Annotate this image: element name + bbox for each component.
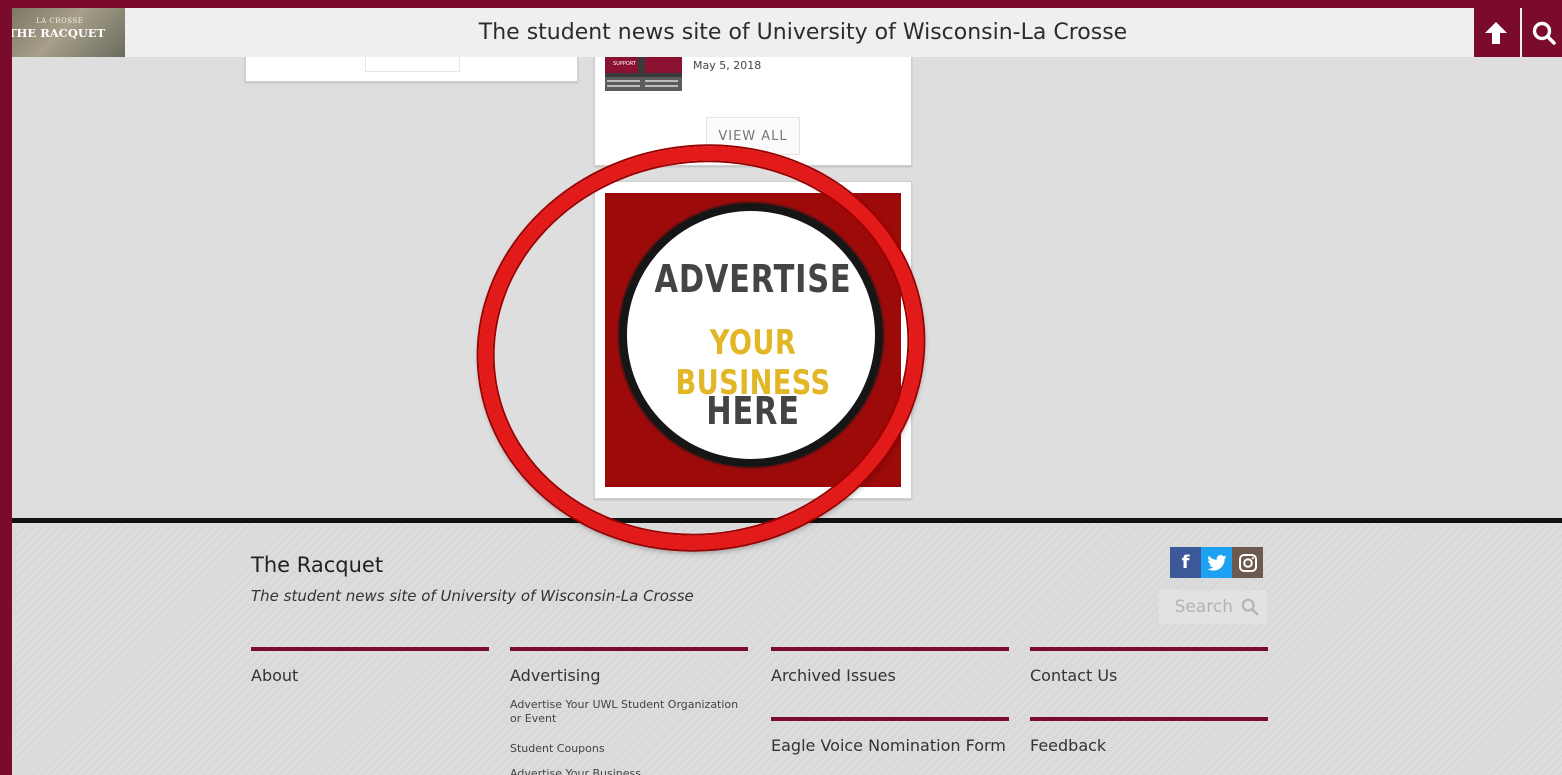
footer-link-about[interactable]: About: [251, 666, 489, 685]
footer-link-archived-issues[interactable]: Archived Issues: [771, 666, 1009, 685]
top-bar: The student news site of University of W…: [0, 0, 1562, 57]
facebook-icon[interactable]: f: [1170, 547, 1201, 578]
search-placeholder: Search: [1174, 597, 1233, 617]
twitter-icon[interactable]: [1201, 547, 1232, 578]
footer-nav-eagle-voice: Eagle Voice Nomination Form: [771, 717, 1009, 755]
footer-site-title[interactable]: The Racquet: [251, 553, 383, 577]
ad-tagline: HERE: [706, 389, 800, 433]
footer-link-contact-us[interactable]: Contact Us: [1030, 666, 1268, 685]
footer-link-eagle-voice[interactable]: Eagle Voice Nomination Form: [771, 736, 1009, 755]
story-date: May 5, 2018: [693, 59, 762, 72]
site-tagline: The student news site of University of W…: [478, 20, 1128, 45]
top-bar-inner: The student news site of University of W…: [12, 8, 1474, 57]
view-all-button[interactable]: VIEW ALL: [706, 117, 800, 155]
thumbnail-banner: SUPPORT: [605, 57, 638, 73]
footer-link-advertising[interactable]: Advertising: [510, 666, 748, 685]
logo-name: THE RACQUET: [12, 26, 106, 40]
logo-small-text: LA CROSSE: [36, 17, 84, 25]
footer-sublink[interactable]: Advertise Your Business: [510, 767, 748, 775]
footer-subnav: Advertise Your UWL Student Organization …: [510, 698, 750, 726]
site-footer: The Racquet The student news site of Uni…: [12, 518, 1562, 775]
footer-tagline: The student news site of University of W…: [251, 587, 694, 605]
footer-nav-advertising: Advertising: [510, 647, 748, 685]
footer-nav-about: About: [251, 647, 489, 685]
ad-headline: ADVERTISE: [654, 257, 852, 301]
search-button[interactable]: [1520, 8, 1562, 57]
footer-subnav: Student Coupons: [510, 742, 748, 756]
footer-nav-archived: Archived Issues: [771, 647, 1009, 685]
advertisement-card: ADVERTISE YOUR BUSINESS HERE: [594, 181, 912, 499]
footer-sublink[interactable]: Student Coupons: [510, 742, 748, 756]
page: SUPPORT May 5, 2018 VIEW ALL ADVERTISE Y…: [12, 0, 1562, 775]
advertisement-banner[interactable]: ADVERTISE YOUR BUSINESS HERE: [605, 193, 901, 487]
search-icon: [1241, 598, 1259, 616]
footer-nav-feedback: Feedback: [1030, 717, 1268, 755]
footer-search-box[interactable]: Search: [1159, 590, 1267, 624]
story-thumbnail[interactable]: SUPPORT: [605, 57, 682, 91]
instagram-icon[interactable]: [1232, 547, 1263, 578]
site-logo[interactable]: LA CROSSE THE RACQUET: [12, 8, 125, 57]
social-links: f: [1170, 547, 1263, 578]
up-arrow-icon: [1485, 21, 1507, 44]
scroll-to-top-button[interactable]: [1474, 8, 1518, 57]
thumbnail-caption-strip: [605, 77, 682, 91]
footer-nav-contact: Contact Us: [1030, 647, 1268, 685]
footer-link-feedback[interactable]: Feedback: [1030, 736, 1268, 755]
footer-subnav: Advertise Your Business: [510, 767, 748, 775]
footer-sublink[interactable]: Advertise Your UWL Student Organization …: [510, 698, 750, 726]
thumbnail-banner: [645, 57, 682, 73]
search-icon: [1532, 21, 1556, 45]
